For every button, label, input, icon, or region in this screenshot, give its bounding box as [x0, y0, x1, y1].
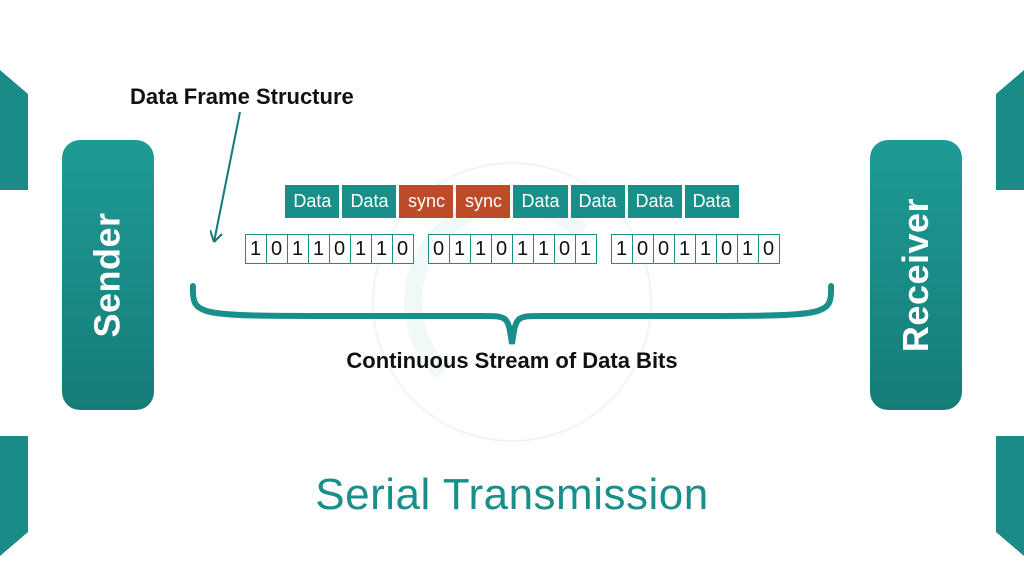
bit-stream: 101101100110110110011010 [175, 234, 849, 264]
bit-cell: 1 [245, 234, 267, 264]
bit-cell: 1 [371, 234, 393, 264]
bit-cell: 1 [287, 234, 309, 264]
bit-group: 10110110 [245, 234, 414, 264]
bit-cell: 1 [575, 234, 597, 264]
bit-cell: 1 [533, 234, 555, 264]
bit-cell: 0 [266, 234, 288, 264]
frame-cell-sync: sync [456, 185, 510, 218]
frame-structure-label: Data Frame Structure [130, 84, 354, 110]
bit-cell: 1 [470, 234, 492, 264]
bit-cell: 0 [632, 234, 654, 264]
frame-cell-data: Data [513, 185, 567, 218]
bit-cell: 0 [392, 234, 414, 264]
frame-cell-data: Data [285, 185, 339, 218]
bit-cell: 0 [329, 234, 351, 264]
brace [185, 282, 839, 352]
bit-cell: 1 [512, 234, 534, 264]
frame-cell-data: Data [628, 185, 682, 218]
bit-cell: 0 [716, 234, 738, 264]
edge-decoration [0, 70, 28, 190]
continuous-stream-label: Continuous Stream of Data Bits [0, 348, 1024, 374]
bit-cell: 1 [611, 234, 633, 264]
edge-decoration [996, 70, 1024, 190]
frame-row: DataDatasyncsyncDataDataDataData [175, 185, 849, 218]
bit-cell: 1 [674, 234, 696, 264]
bit-cell: 1 [449, 234, 471, 264]
bit-cell: 1 [695, 234, 717, 264]
receiver-label: Receiver [895, 198, 937, 352]
bit-cell: 0 [554, 234, 576, 264]
sender-label: Sender [87, 212, 129, 337]
bit-cell: 0 [758, 234, 780, 264]
bit-cell: 0 [491, 234, 513, 264]
diagram-title: Serial Transmission [0, 470, 1024, 520]
frame-cell-data: Data [571, 185, 625, 218]
bit-cell: 1 [350, 234, 372, 264]
bit-cell: 0 [653, 234, 675, 264]
frame-cell-data: Data [685, 185, 739, 218]
bit-group: 10011010 [611, 234, 780, 264]
bit-cell: 1 [737, 234, 759, 264]
bit-cell: 0 [428, 234, 450, 264]
frame-cell-sync: sync [399, 185, 453, 218]
bit-group: 01101101 [428, 234, 597, 264]
bit-cell: 1 [308, 234, 330, 264]
frame-cell-data: Data [342, 185, 396, 218]
